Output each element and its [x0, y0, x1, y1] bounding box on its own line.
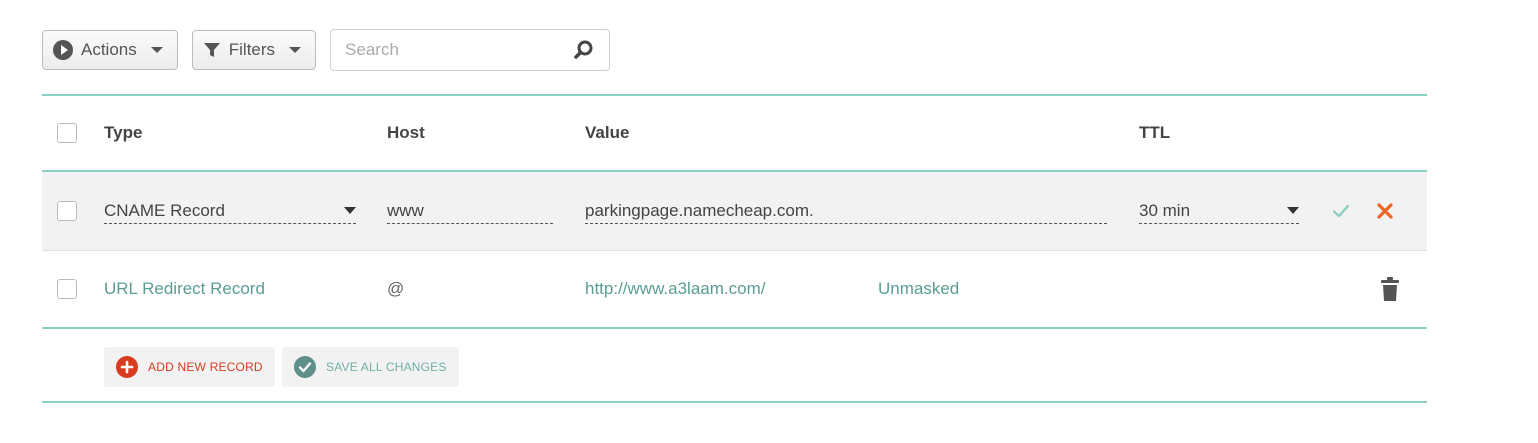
filters-label: Filters — [228, 40, 276, 59]
record-type[interactable]: URL Redirect Record — [104, 251, 265, 327]
row-checkbox[interactable] — [57, 201, 77, 221]
play-circle-icon — [53, 40, 73, 60]
dns-records-table: Type Host Value TTL CNAME Record www par… — [42, 94, 1427, 403]
toolbar: Actions Filters — [42, 29, 611, 71]
select-all-checkbox[interactable] — [57, 123, 77, 143]
row-checkbox[interactable] — [57, 279, 77, 299]
header-type[interactable]: Type — [104, 96, 142, 170]
save-all-changes-label: SAVE ALL CHANGES — [326, 360, 447, 374]
value-text: parkingpage.namecheap.com. — [585, 200, 814, 220]
check-circle-icon — [294, 356, 316, 378]
header-value[interactable]: Value — [585, 96, 629, 170]
search-icon[interactable] — [573, 39, 595, 61]
footer-divider — [42, 401, 1427, 403]
caret-down-icon — [150, 47, 163, 53]
actions-label: Actions — [81, 40, 137, 59]
actions-dropdown-button[interactable]: Actions — [42, 30, 178, 70]
filter-icon — [203, 43, 220, 57]
table-header-row: Type Host Value TTL — [42, 96, 1427, 170]
trash-icon[interactable] — [1379, 276, 1401, 302]
value-input[interactable]: parkingpage.namecheap.com. — [585, 198, 1107, 224]
search-box — [330, 29, 611, 71]
save-all-changes-button[interactable]: SAVE ALL CHANGES — [282, 347, 459, 387]
filters-dropdown-button[interactable]: Filters — [191, 30, 317, 70]
record-mask-status[interactable]: Unmasked — [878, 251, 959, 327]
confirm-check-icon[interactable] — [1332, 202, 1350, 220]
table-row-editing: CNAME Record www parkingpage.namecheap.c… — [42, 172, 1427, 251]
search-input[interactable] — [343, 39, 574, 61]
caret-down-icon — [1287, 207, 1299, 214]
record-host[interactable]: @ — [387, 251, 404, 327]
record-type-value: CNAME Record — [104, 200, 225, 220]
cancel-x-icon[interactable] — [1376, 202, 1394, 220]
add-new-record-label: ADD NEW RECORD — [148, 360, 263, 374]
table-row: URL Redirect Record @ http://www.a3laam.… — [42, 251, 1427, 327]
host-input[interactable]: www — [387, 198, 553, 224]
caret-down-icon — [289, 47, 302, 53]
plus-circle-icon — [116, 356, 138, 378]
header-host[interactable]: Host — [387, 96, 425, 170]
header-ttl[interactable]: TTL — [1139, 96, 1170, 170]
table-footer: ADD NEW RECORD SAVE ALL CHANGES — [42, 329, 1427, 401]
ttl-value: 30 min — [1139, 200, 1191, 220]
record-value[interactable]: http://www.a3laam.com/ — [585, 251, 765, 327]
record-type-select[interactable]: CNAME Record — [104, 198, 356, 224]
ttl-select[interactable]: 30 min — [1139, 198, 1299, 224]
caret-down-icon — [344, 207, 356, 214]
add-new-record-button[interactable]: ADD NEW RECORD — [104, 347, 275, 387]
host-value: www — [387, 200, 424, 220]
